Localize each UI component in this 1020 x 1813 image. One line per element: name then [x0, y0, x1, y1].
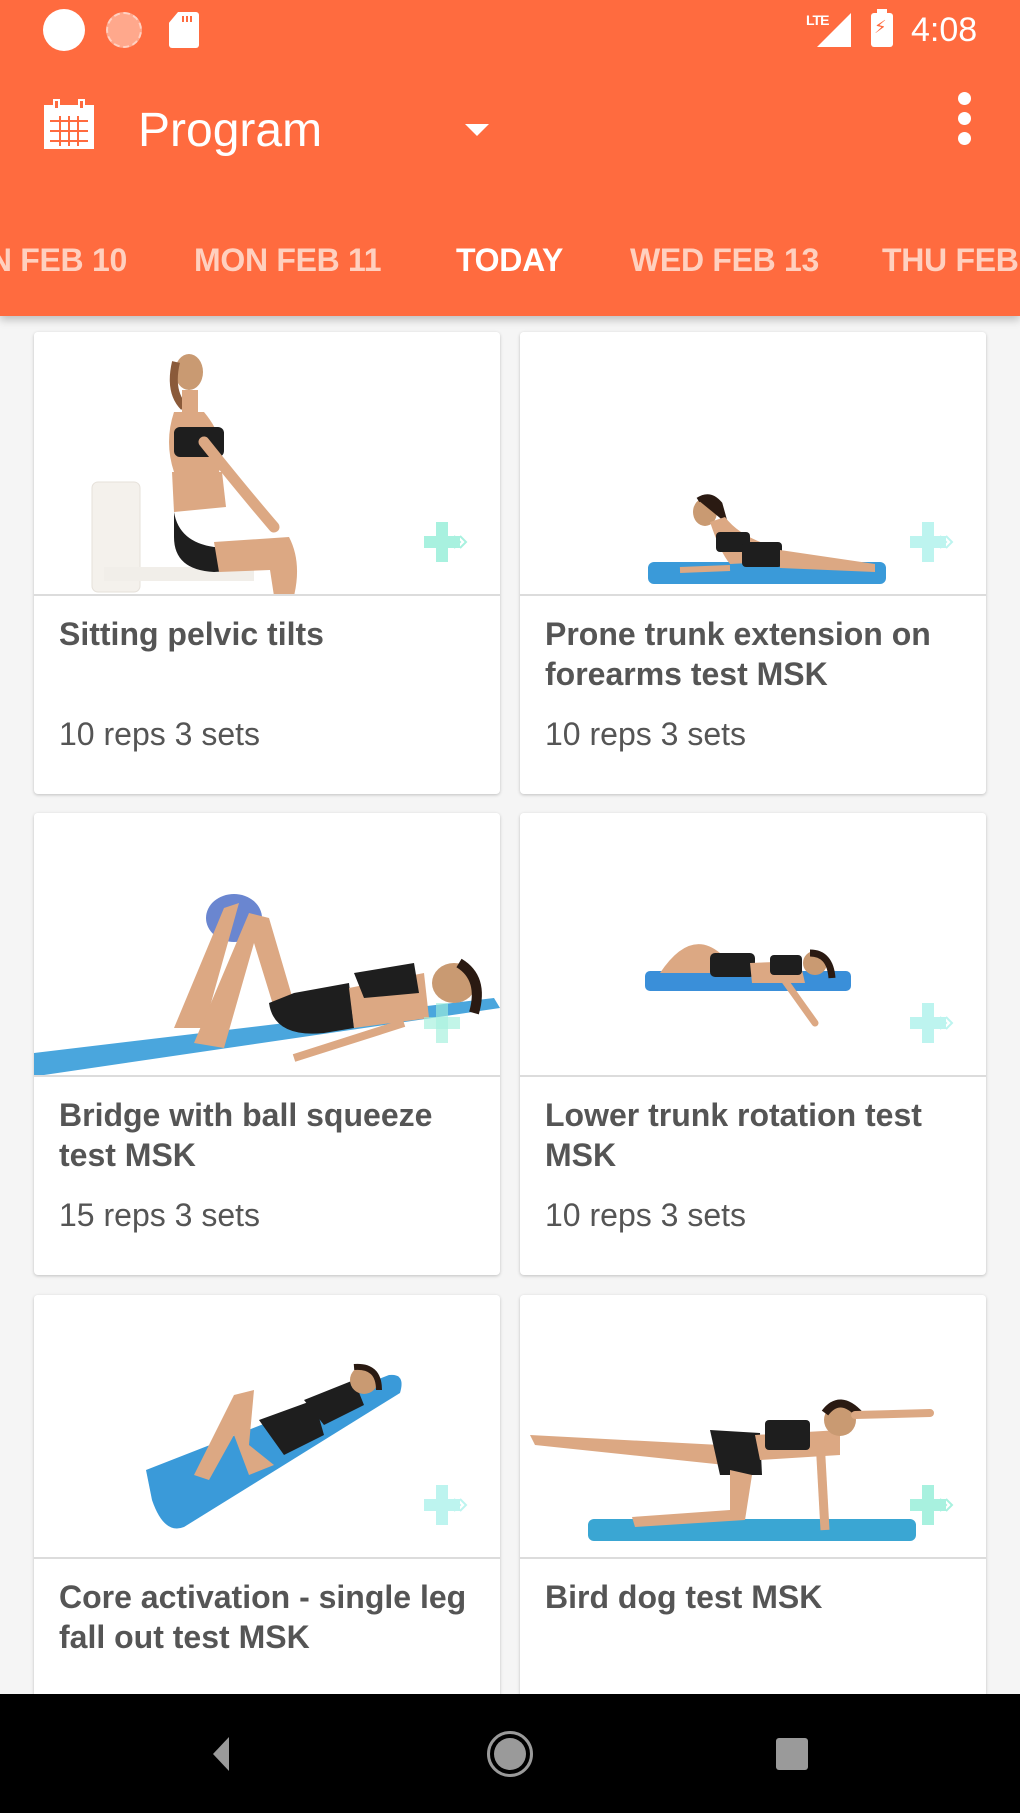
exercise-dose: 10 reps 3 sets: [545, 1197, 746, 1233]
exercise-dose: 10 reps 3 sets: [59, 716, 260, 752]
brand-plus-icon: [910, 522, 954, 562]
exercise-thumbnail: [520, 332, 986, 596]
home-icon[interactable]: [487, 1731, 533, 1777]
exercise-grid: Sitting pelvic tilts 10 reps 3 sets Pron…: [0, 316, 1020, 1694]
more-vert-icon[interactable]: [950, 88, 980, 148]
tab-sun-feb-10[interactable]: SUN FEB 10: [0, 220, 127, 300]
brand-plus-icon: [424, 522, 468, 562]
signal-icon: [817, 13, 851, 47]
exercise-dose: 10 reps 3 sets: [545, 716, 746, 752]
status-bar: LTE 4:08: [0, 0, 1020, 66]
tab-thu-feb-14[interactable]: THU FEB 14: [882, 220, 1020, 300]
back-icon[interactable]: [213, 1737, 229, 1771]
tab-today[interactable]: TODAY: [456, 220, 563, 300]
recents-icon[interactable]: [776, 1738, 808, 1770]
exercise-thumbnail: [34, 1295, 500, 1559]
dot: [958, 132, 971, 145]
clock: 4:08: [911, 11, 978, 49]
exercise-card[interactable]: Sitting pelvic tilts 10 reps 3 sets: [34, 332, 500, 794]
calendar-icon[interactable]: [44, 99, 94, 149]
exercise-dose: 15 reps 3 sets: [59, 1197, 260, 1233]
dot: [958, 112, 971, 125]
sd-card-icon: [169, 12, 199, 48]
exercise-name: Prone trunk extension on forearms test M…: [545, 616, 931, 692]
system-nav-bar: [0, 1694, 1020, 1813]
brand-plus-icon: [424, 1485, 468, 1525]
exercise-thumbnail: [34, 332, 500, 596]
day-tabs: SUN FEB 10 MON FEB 11 TODAY WED FEB 13 T…: [0, 220, 1020, 300]
exercise-card[interactable]: Bird dog test MSK: [520, 1295, 986, 1694]
page-title: Program: [138, 104, 323, 157]
dot: [958, 92, 971, 105]
tab-wed-feb-13[interactable]: WED FEB 13: [630, 220, 819, 300]
tab-mon-feb-11[interactable]: MON FEB 11: [194, 220, 382, 300]
exercise-name: Sitting pelvic tilts: [59, 616, 324, 652]
notification-dot-icon: [43, 9, 85, 51]
exercise-card[interactable]: Lower trunk rotation test MSK 10 reps 3 …: [520, 813, 986, 1275]
program-selector[interactable]: Program: [138, 91, 322, 171]
app-bar: LTE 4:08: [0, 0, 1020, 316]
exercise-name: Bird dog test MSK: [545, 1579, 823, 1615]
exercise-thumbnail: [520, 1295, 986, 1559]
exercise-name: Lower trunk rotation test MSK: [545, 1097, 922, 1173]
sync-icon: [106, 12, 142, 48]
exercise-name: Core activation - single leg fall out te…: [59, 1579, 467, 1655]
exercise-thumbnail: [34, 813, 500, 1077]
exercise-card[interactable]: Bridge with ball squeeze test MSK 15 rep…: [34, 813, 500, 1275]
battery-charging-icon: [871, 9, 893, 47]
brand-plus-icon: [910, 1485, 954, 1525]
exercise-card[interactable]: Core activation - single leg fall out te…: [34, 1295, 500, 1694]
exercise-card[interactable]: Prone trunk extension on forearms test M…: [520, 332, 986, 794]
brand-plus-icon: [910, 1003, 954, 1043]
caret-down-icon[interactable]: [465, 124, 489, 136]
brand-plus-icon: [424, 1003, 460, 1043]
exercise-thumbnail: [520, 813, 986, 1077]
exercise-name: Bridge with ball squeeze test MSK: [59, 1097, 433, 1173]
program-screen: LTE 4:08: [0, 0, 1020, 1813]
toolbar: Program: [0, 66, 1020, 196]
